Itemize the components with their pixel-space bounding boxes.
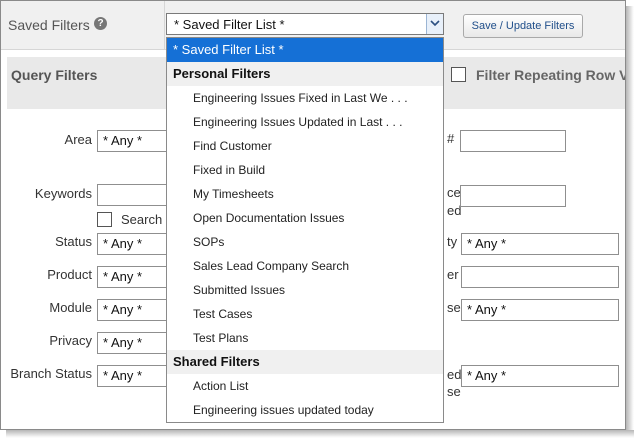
search-label: Search <box>121 212 163 227</box>
saved-filter-select[interactable]: * Saved Filter List * <box>166 13 444 35</box>
dropdown-option-selected[interactable]: * Saved Filter List * <box>167 38 443 62</box>
product-label: Product <box>47 267 92 282</box>
right-text-input[interactable] <box>460 185 566 207</box>
area-label: Area <box>64 132 92 147</box>
right-se2-label: se <box>447 384 461 399</box>
dropdown-option[interactable]: Open Documentation Issues <box>167 206 443 230</box>
dropdown-group-shared: Shared Filters <box>167 350 443 374</box>
dropdown-option[interactable]: Engineering Issues Updated in Last . . . <box>167 110 443 134</box>
saved-filters-label: Saved Filters <box>8 17 90 33</box>
branch-status-label: Branch Status <box>10 366 92 381</box>
right-er-input[interactable] <box>461 266 619 288</box>
saved-filter-dropdown-list[interactable]: * Saved Filter List * Personal Filters E… <box>166 37 444 423</box>
right-ty-select[interactable]: * Any * <box>461 233 619 255</box>
dropdown-option[interactable]: Sales Lead Company Search <box>167 254 443 278</box>
saved-filter-select-value: * Saved Filter List * <box>174 17 285 32</box>
right-er-label: er <box>447 267 459 282</box>
search-checkbox[interactable] <box>97 212 112 227</box>
divider <box>164 1 165 49</box>
dropdown-option[interactable]: Action List <box>167 374 443 398</box>
help-icon[interactable]: ? <box>94 17 107 30</box>
right-se-label: se <box>447 300 461 315</box>
filter-repeating-row-checkbox[interactable] <box>451 67 466 82</box>
module-label: Module <box>49 300 92 315</box>
window-frame: Saved Filters ? * Saved Filter List * Sa… <box>0 0 626 430</box>
dropdown-option[interactable]: My Timesheets <box>167 182 443 206</box>
keywords-label: Keywords <box>34 186 92 201</box>
dropdown-group-personal: Personal Filters <box>167 62 443 86</box>
right-ed2-label: ed <box>447 367 462 382</box>
chevron-down-icon[interactable] <box>426 14 443 34</box>
frame-shadow-bottom <box>6 430 634 438</box>
right-ty-label: ty <box>447 234 458 249</box>
dropdown-option[interactable]: SOPs <box>167 230 443 254</box>
dropdown-option[interactable]: Find Customer <box>167 134 443 158</box>
privacy-label: Privacy <box>49 333 92 348</box>
query-filters-title: Query Filters <box>11 67 98 83</box>
dropdown-option[interactable]: Test Cases <box>167 302 443 326</box>
dropdown-option[interactable]: Fixed in Build <box>167 158 443 182</box>
frame-shadow-right <box>626 6 634 434</box>
keywords-input[interactable] <box>97 184 169 206</box>
status-label: Status <box>55 234 92 249</box>
right-hash-label: # <box>447 131 455 146</box>
right-ce-label: ce <box>447 185 461 200</box>
dropdown-option[interactable]: Engineering Issues Fixed in Last We . . … <box>167 86 443 110</box>
number-input[interactable] <box>460 130 566 152</box>
filter-repeating-row-label: Filter Repeating Row V <box>476 67 626 83</box>
right-se-select[interactable]: * Any * <box>461 299 619 321</box>
dropdown-option[interactable]: Test Plans <box>167 326 443 350</box>
right-ed2-select[interactable]: * Any * <box>461 365 619 387</box>
dropdown-option[interactable]: Engineering issues updated today <box>167 398 443 422</box>
save-update-filters-button[interactable]: Save / Update Filters <box>463 14 583 38</box>
dropdown-option[interactable]: Submitted Issues <box>167 278 443 302</box>
